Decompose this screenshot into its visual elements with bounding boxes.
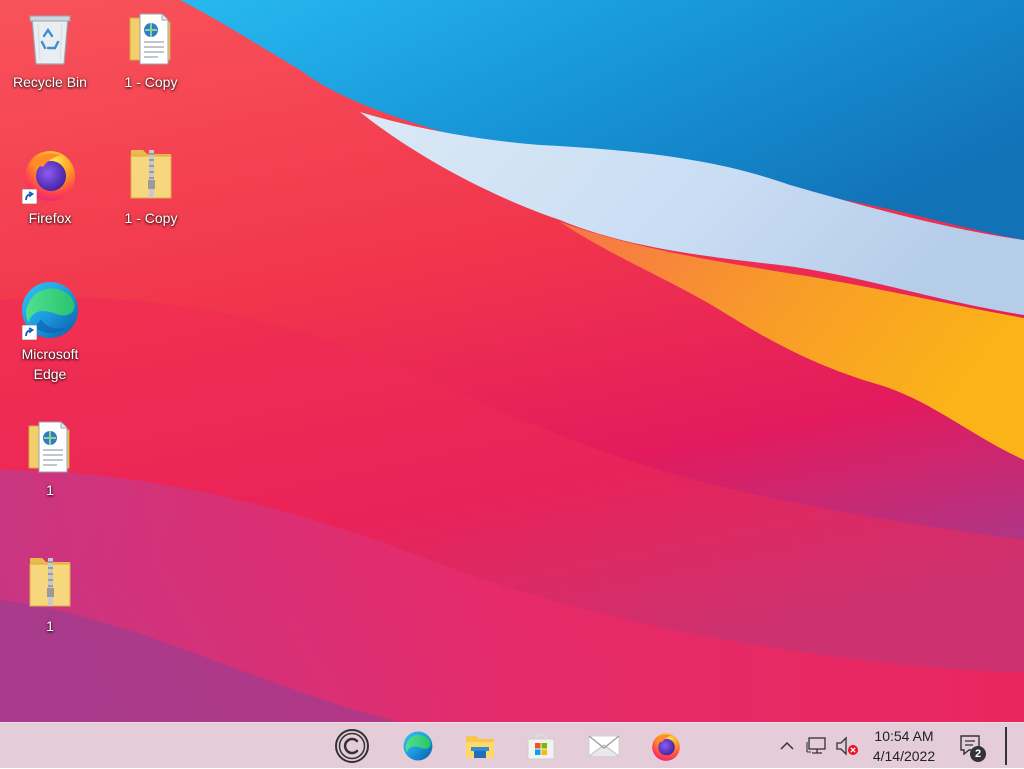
taskbar-ccleaner-button[interactable] [326, 723, 378, 769]
desktop-icon-1-copy-zip[interactable]: 1 - Copy [105, 142, 197, 262]
desktop-icon-recycle-bin[interactable]: Recycle Bin [4, 6, 96, 126]
desktop-icon-1-html[interactable]: 1 [4, 414, 96, 534]
desktop-icon-1-zip[interactable]: 1 [4, 550, 96, 670]
microsoft-store-icon [527, 733, 555, 760]
desktop-icon-label: 1 [46, 482, 54, 498]
html-file-icon [119, 6, 183, 70]
firefox-icon [18, 142, 82, 206]
desktop-icon-label: 1 - Copy [124, 74, 178, 90]
action-center-button[interactable]: 2 [952, 723, 992, 769]
clock-time: 10:54 AM [874, 728, 934, 744]
html-file-icon [18, 414, 82, 478]
tray-show-hidden-icons-button[interactable] [776, 723, 798, 769]
desktop-icon-label: Firefox [28, 210, 72, 226]
ccleaner-icon [335, 729, 369, 763]
desktop-icon-label: 1 [46, 618, 54, 634]
taskbar-firefox-button[interactable] [640, 723, 692, 769]
recycle-bin-icon [18, 6, 82, 70]
desktop-icon-1-copy-html[interactable]: 1 - Copy [105, 6, 197, 126]
taskbar-clock[interactable]: 10:54 AM 4/14/2022 [862, 726, 946, 766]
volume-muted-icon [836, 736, 858, 756]
desktop-icon-microsoft-edge[interactable]: Microsoft Edge [4, 278, 96, 398]
taskbar: 10:54 AM 4/14/2022 2 [0, 722, 1024, 768]
mail-icon [588, 735, 620, 757]
taskbar-mail-button[interactable] [578, 723, 630, 769]
taskbar-file-explorer-button[interactable] [454, 723, 506, 769]
tray-volume-button[interactable] [834, 723, 860, 769]
shortcut-arrow-icon [22, 325, 37, 340]
desktop-icon-label: 1 - Copy [124, 210, 178, 226]
file-explorer-icon [466, 736, 494, 758]
desktop[interactable]: Recycle Bin 1 - Copy Firefox 1 - Copy Mi… [0, 0, 1024, 722]
taskbar-edge-button[interactable] [392, 723, 444, 769]
chevron-up-icon [780, 741, 794, 750]
edge-icon [403, 731, 433, 761]
desktop-icon-firefox[interactable]: Firefox [4, 142, 96, 262]
firefox-icon [652, 733, 680, 761]
show-desktop-button[interactable] [1005, 727, 1007, 765]
taskbar-microsoft-store-button[interactable] [515, 723, 567, 769]
edge-icon [18, 278, 82, 342]
zip-folder-icon [18, 550, 82, 614]
shortcut-arrow-icon [22, 189, 37, 204]
desktop-icon-label: Recycle Bin [13, 74, 87, 90]
tray-network-button[interactable] [802, 723, 832, 769]
desktop-icon-label: Microsoft Edge [21, 346, 79, 382]
zip-folder-icon [119, 142, 183, 206]
notification-count-badge: 2 [970, 746, 986, 762]
clock-date: 4/14/2022 [872, 748, 936, 764]
network-icon [806, 737, 826, 754]
